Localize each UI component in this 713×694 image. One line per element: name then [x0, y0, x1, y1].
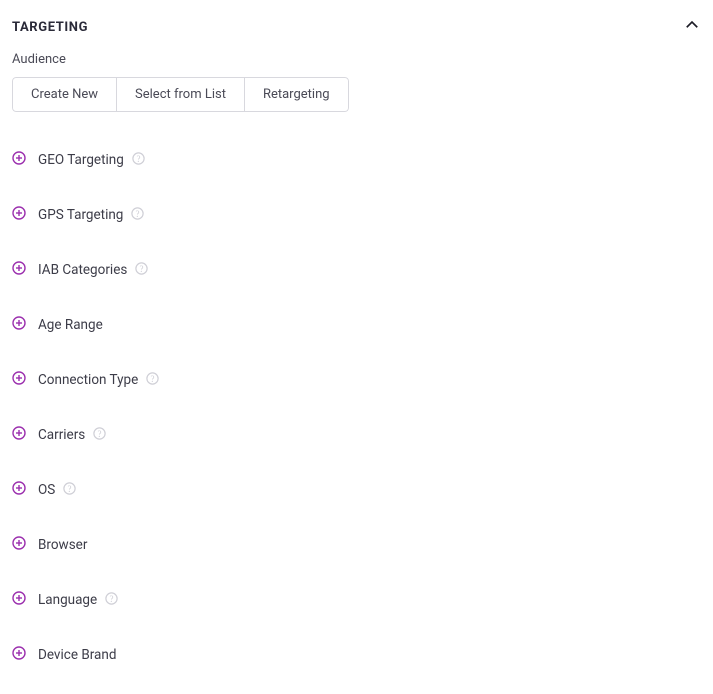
- targeting-option-row[interactable]: Browser: [12, 517, 701, 572]
- panel-title: TARGETING: [12, 20, 88, 35]
- select-from-list-button[interactable]: Select from List: [117, 77, 245, 112]
- plus-circle-icon: [12, 645, 38, 664]
- audience-button-group: Create New Select from List Retargeting: [12, 77, 349, 112]
- help-icon[interactable]: ?: [127, 260, 148, 279]
- help-icon[interactable]: ?: [138, 370, 159, 389]
- plus-circle-icon: [12, 260, 38, 279]
- create-new-button[interactable]: Create New: [12, 77, 117, 112]
- option-label: IAB Categories: [38, 262, 127, 278]
- retargeting-button[interactable]: Retargeting: [245, 77, 349, 112]
- targeting-option-row[interactable]: OS?: [12, 462, 701, 517]
- plus-circle-icon: [12, 205, 38, 224]
- targeting-option-row[interactable]: Age Range: [12, 297, 701, 352]
- targeting-option-row[interactable]: Connection Type?: [12, 352, 701, 407]
- help-icon[interactable]: ?: [97, 590, 118, 609]
- svg-text:?: ?: [140, 264, 144, 274]
- targeting-option-row[interactable]: Carriers?: [12, 407, 701, 462]
- svg-text:?: ?: [136, 154, 140, 164]
- svg-text:?: ?: [110, 594, 114, 604]
- option-label: Connection Type: [38, 372, 138, 388]
- plus-circle-icon: [12, 315, 38, 334]
- chevron-up-icon: [683, 16, 701, 38]
- option-label: Age Range: [38, 317, 103, 333]
- help-icon[interactable]: ?: [124, 150, 145, 169]
- help-icon[interactable]: ?: [85, 425, 106, 444]
- option-label: Carriers: [38, 427, 85, 443]
- option-label: GEO Targeting: [38, 152, 124, 168]
- help-icon[interactable]: ?: [123, 205, 144, 224]
- targeting-option-row[interactable]: IAB Categories?: [12, 242, 701, 297]
- targeting-option-row[interactable]: GPS Targeting?: [12, 187, 701, 242]
- plus-circle-icon: [12, 425, 38, 444]
- help-icon[interactable]: ?: [55, 480, 76, 499]
- targeting-option-row[interactable]: Language?: [12, 572, 701, 627]
- targeting-option-row[interactable]: Device Brand: [12, 627, 701, 682]
- targeting-options-list: GEO Targeting?GPS Targeting?IAB Categori…: [12, 132, 701, 682]
- svg-text:?: ?: [151, 374, 155, 384]
- option-label: Language: [38, 592, 97, 608]
- plus-circle-icon: [12, 150, 38, 169]
- option-label: OS: [38, 482, 55, 498]
- plus-circle-icon: [12, 370, 38, 389]
- plus-circle-icon: [12, 480, 38, 499]
- svg-text:?: ?: [98, 429, 102, 439]
- option-label: Device Brand: [38, 647, 116, 663]
- svg-text:?: ?: [136, 209, 140, 219]
- targeting-option-row[interactable]: GEO Targeting?: [12, 132, 701, 187]
- option-label: GPS Targeting: [38, 207, 123, 223]
- plus-circle-icon: [12, 535, 38, 554]
- svg-text:?: ?: [68, 484, 72, 494]
- plus-circle-icon: [12, 590, 38, 609]
- audience-label: Audience: [12, 52, 701, 67]
- option-label: Browser: [38, 537, 87, 553]
- targeting-panel-header[interactable]: TARGETING: [12, 12, 701, 52]
